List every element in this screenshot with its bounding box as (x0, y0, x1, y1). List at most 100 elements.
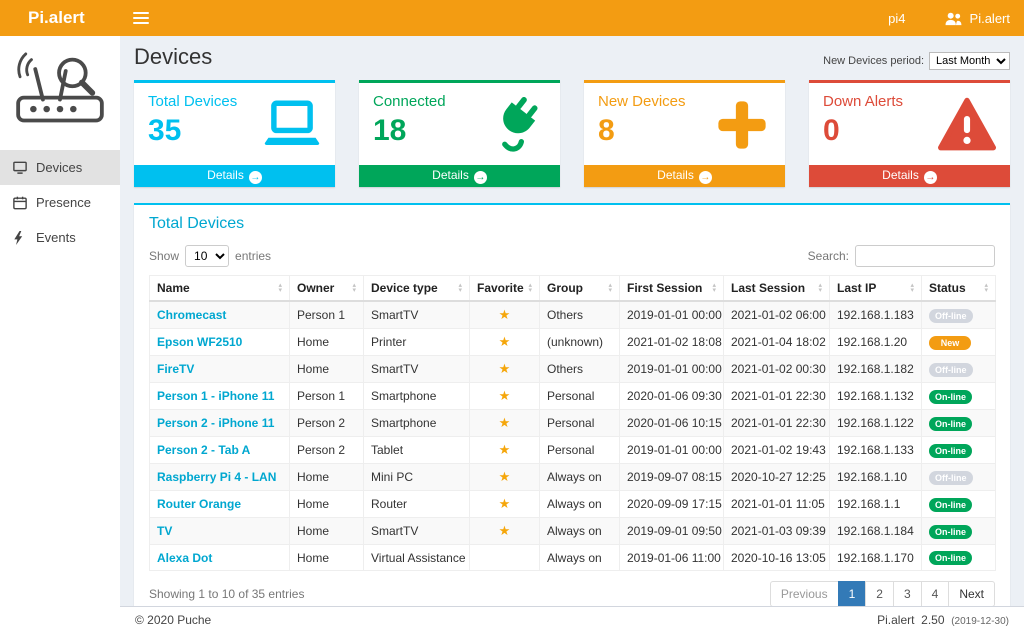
column-header-first-session[interactable]: First Session▴▾ (620, 276, 724, 302)
status-badge: On-line (929, 525, 972, 539)
cell-name: FireTV (150, 356, 290, 383)
brand-logo[interactable]: Pi.alert (0, 8, 120, 28)
device-link[interactable]: Epson WF2510 (157, 335, 242, 349)
cell-status: On-line (922, 545, 996, 571)
status-badge: New (929, 336, 971, 350)
cell-last-ip: 192.168.1.1 (830, 491, 922, 518)
pagination-previous[interactable]: Previous (770, 581, 839, 606)
cell-last-session: 2021-01-01 11:05 (724, 491, 830, 518)
cell-last-ip: 192.168.1.170 (830, 545, 922, 571)
device-link[interactable]: TV (157, 524, 172, 538)
pialert-logo (0, 36, 120, 136)
device-link[interactable]: Chromecast (157, 308, 226, 322)
cell-device-type: Smartphone (364, 410, 470, 437)
column-label: Owner (297, 281, 334, 295)
cell-last-ip: 192.168.1.133 (830, 437, 922, 464)
status-badge: Off-line (929, 471, 973, 485)
column-header-favorite[interactable]: Favorite▴▾ (470, 276, 540, 302)
app-window: Pi.alert pi4 Pi.alert (0, 0, 1024, 632)
table-row: ChromecastPerson 1SmartTV★Others2019-01-… (150, 301, 996, 329)
page-length-select[interactable]: 10 (185, 245, 229, 267)
pagination-page-4[interactable]: 4 (921, 581, 950, 606)
device-link[interactable]: Router Orange (157, 497, 241, 511)
table-row: FireTVHomeSmartTV★Others2019-01-01 00:00… (150, 356, 996, 383)
cell-status: Off-line (922, 356, 996, 383)
device-link[interactable]: Person 2 - Tab A (157, 443, 250, 457)
table-row: Epson WF2510HomePrinter★(unknown)2021-01… (150, 329, 996, 356)
favorite-star-icon: ★ (499, 307, 511, 322)
device-link[interactable]: FireTV (157, 362, 194, 376)
arrow-circle-icon: → (699, 171, 712, 184)
table-row: Person 2 - iPhone 11Person 2Smartphone★P… (150, 410, 996, 437)
favorite-star-icon: ★ (499, 415, 511, 430)
sort-icon: ▴▾ (910, 283, 914, 293)
entries-label: entries (235, 249, 271, 263)
cell-name: Alexa Dot (150, 545, 290, 571)
cell-last-session: 2020-10-27 12:25 (724, 464, 830, 491)
user-menu[interactable]: Pi.alert (930, 0, 1024, 36)
cell-device-type: SmartTV (364, 518, 470, 545)
device-link[interactable]: Person 1 - iPhone 11 (157, 389, 274, 403)
device-link[interactable]: Raspberry Pi 4 - LAN (157, 470, 276, 484)
sort-icon: ▴▾ (818, 283, 822, 293)
cell-group: Others (540, 356, 620, 383)
column-header-last-session[interactable]: Last Session▴▾ (724, 276, 830, 302)
cell-group: Personal (540, 410, 620, 437)
alert-triangle-icon (938, 97, 996, 153)
sidebar-item-presence[interactable]: Presence (0, 185, 120, 220)
new-devices-period-select[interactable]: Last Month (929, 52, 1010, 70)
cell-favorite: ★ (470, 301, 540, 329)
cell-owner: Person 1 (290, 383, 364, 410)
cell-last-ip: 192.168.1.132 (830, 383, 922, 410)
cell-owner: Home (290, 491, 364, 518)
device-link[interactable]: Alexa Dot (157, 551, 212, 565)
cell-last-ip: 192.168.1.10 (830, 464, 922, 491)
column-header-device-type[interactable]: Device type▴▾ (364, 276, 470, 302)
cell-status: Off-line (922, 301, 996, 329)
status-badge: On-line (929, 390, 972, 404)
card-details-button[interactable]: Details→ (809, 165, 1010, 187)
cell-last-ip: 192.168.1.122 (830, 410, 922, 437)
sidebar-item-label: Presence (36, 195, 91, 210)
device-link[interactable]: Person 2 - iPhone 11 (157, 416, 274, 430)
status-badge: On-line (929, 551, 972, 565)
sidebar-menu: Devices Presence Events (0, 150, 120, 255)
pagination-page-3[interactable]: 3 (893, 581, 922, 606)
status-badge: Off-line (929, 309, 973, 323)
cell-first-session: 2019-09-01 09:50 (620, 518, 724, 545)
search-input[interactable] (855, 245, 995, 267)
column-header-status[interactable]: Status▴▾ (922, 276, 996, 302)
column-header-last-ip[interactable]: Last IP▴▾ (830, 276, 922, 302)
cell-first-session: 2020-09-09 17:15 (620, 491, 724, 518)
page-length-control: Show 10 entries (149, 245, 271, 267)
cell-name: Router Orange (150, 491, 290, 518)
sidebar-item-events[interactable]: Events (0, 220, 120, 255)
top-navbar: Pi.alert pi4 Pi.alert (0, 0, 1024, 36)
plus-icon (713, 97, 771, 153)
arrow-circle-icon: → (924, 171, 937, 184)
cell-favorite: ★ (470, 329, 540, 356)
card-details-button[interactable]: Details→ (359, 165, 560, 187)
cell-name: Person 2 - Tab A (150, 437, 290, 464)
cell-group: Others (540, 301, 620, 329)
pagination-page-2[interactable]: 2 (865, 581, 894, 606)
user-icon (944, 11, 963, 26)
pagination-next[interactable]: Next (948, 581, 995, 606)
cell-favorite (470, 545, 540, 571)
sort-icon: ▴▾ (712, 283, 716, 293)
column-header-group[interactable]: Group▴▾ (540, 276, 620, 302)
cell-device-type: Mini PC (364, 464, 470, 491)
cell-last-session: 2021-01-03 09:39 (724, 518, 830, 545)
pagination-page-1[interactable]: 1 (838, 581, 867, 606)
column-header-owner[interactable]: Owner ▴▾ (290, 276, 364, 302)
cell-name: Person 2 - iPhone 11 (150, 410, 290, 437)
card-details-button[interactable]: Details→ (584, 165, 785, 187)
sort-icon: ▴▾ (352, 283, 356, 293)
card-details-button[interactable]: Details→ (134, 165, 335, 187)
cell-status: On-line (922, 410, 996, 437)
sidebar-item-devices[interactable]: Devices (0, 150, 120, 185)
column-header-name[interactable]: Name▴▾ (150, 276, 290, 302)
cell-device-type: Smartphone (364, 383, 470, 410)
sidebar-toggle-button[interactable] (120, 0, 162, 36)
cell-last-session: 2021-01-01 22:30 (724, 410, 830, 437)
